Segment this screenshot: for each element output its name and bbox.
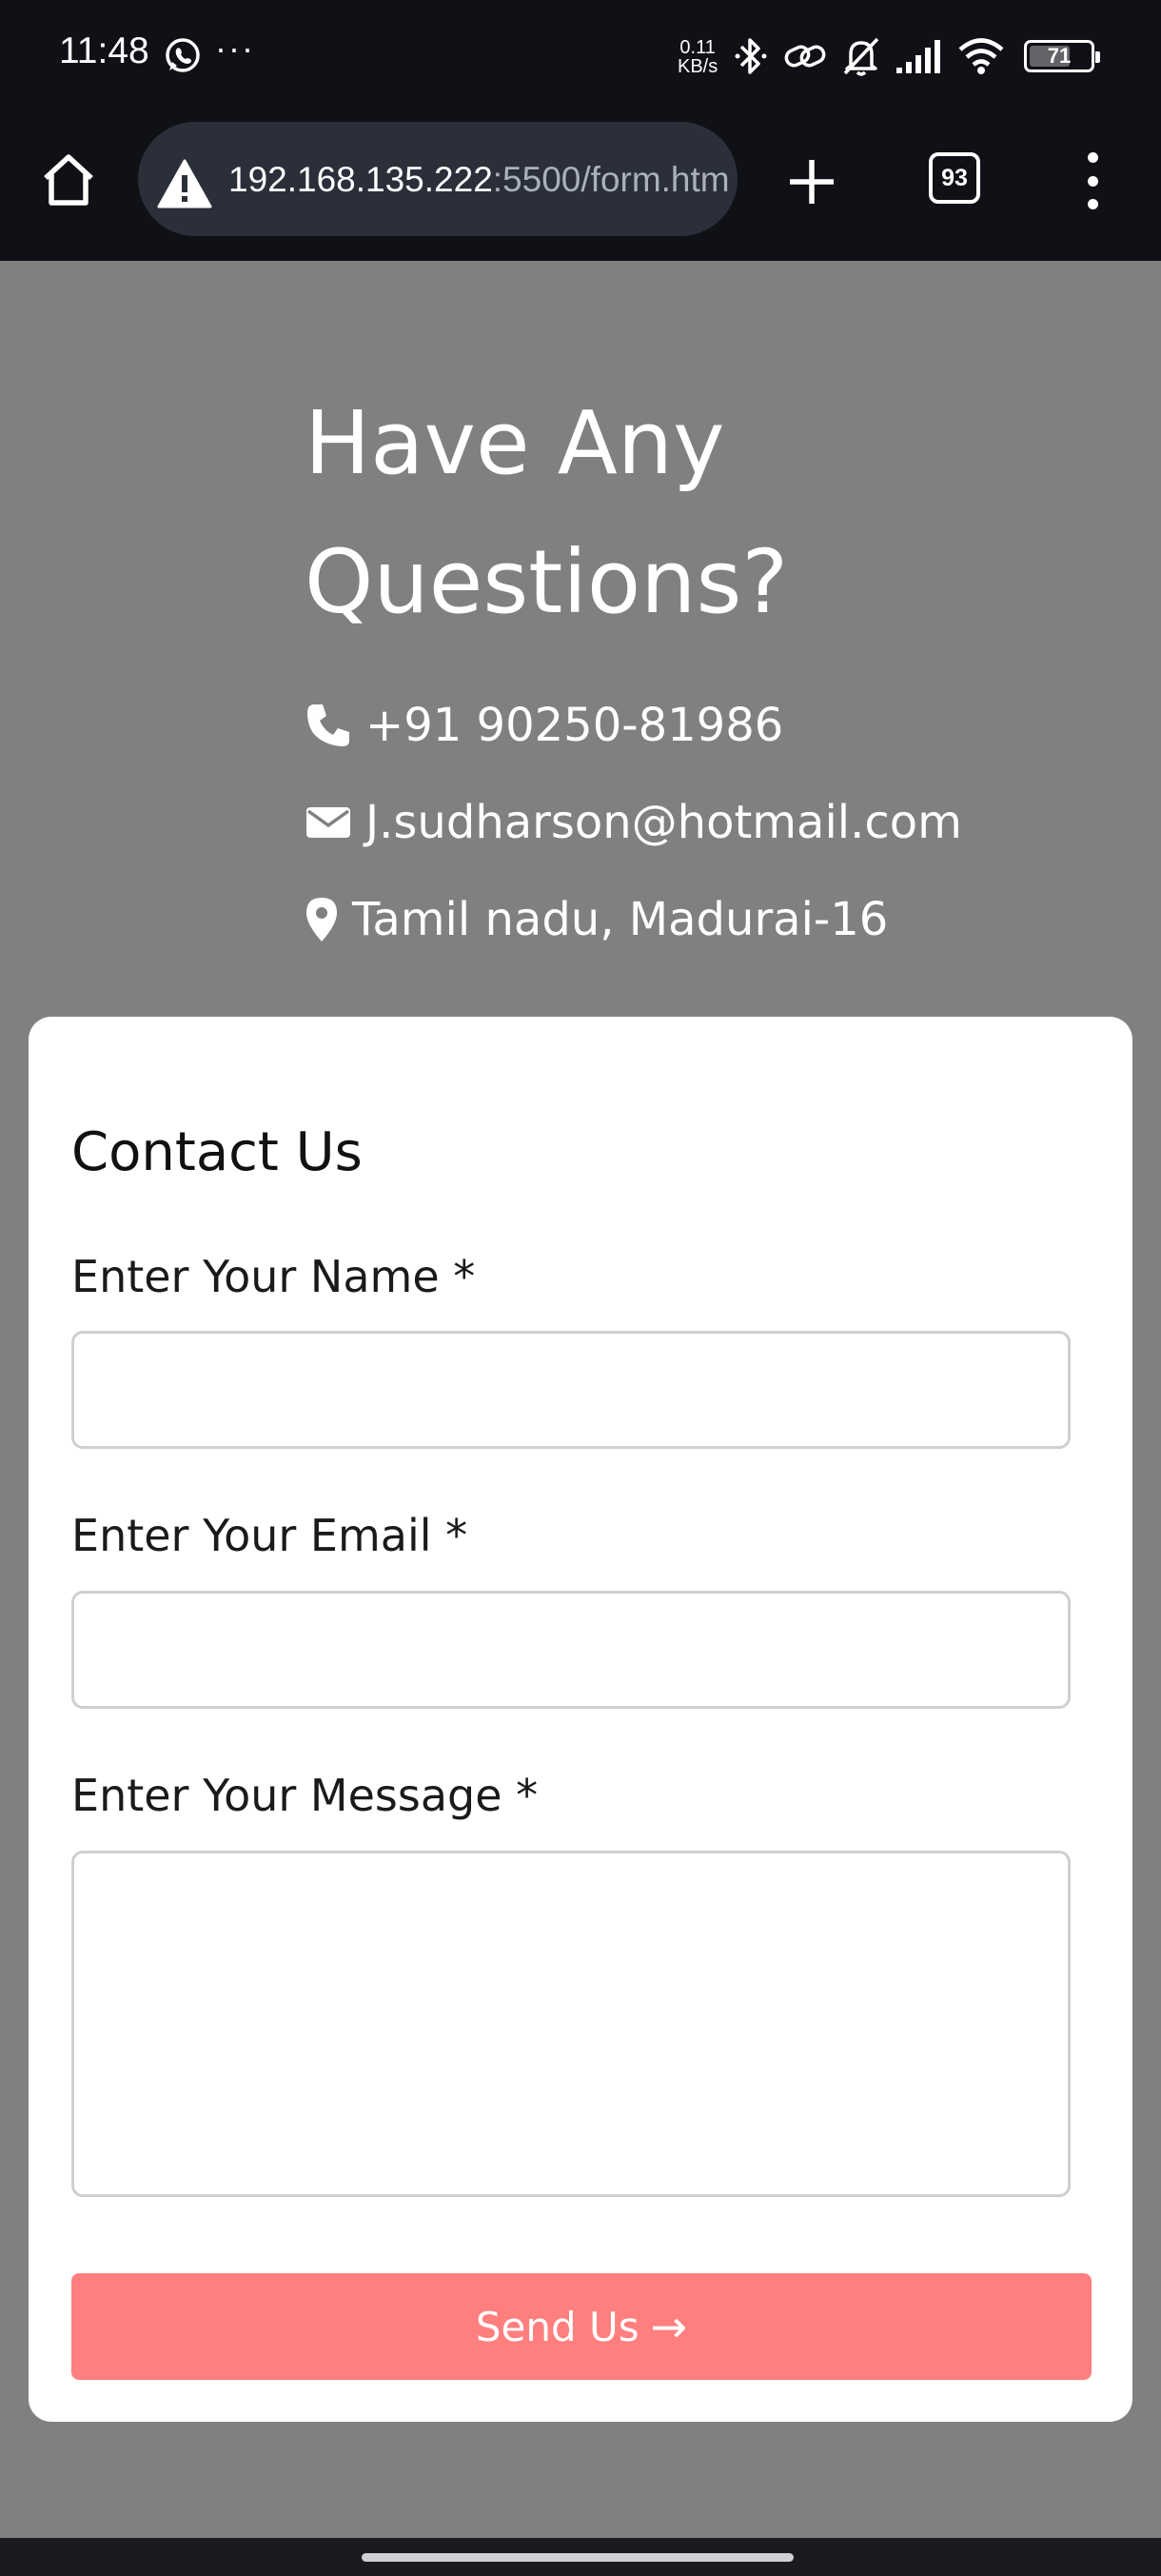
browser-toolbar: 192.168.135.222:5500/form.htm 93 <box>0 114 1161 261</box>
form-title: Contact Us <box>71 1121 363 1183</box>
contact-email: J.sudharson@hotmail.com <box>305 796 962 849</box>
hero-title-line-2: Questions? <box>305 531 789 633</box>
send-button[interactable]: Send Us → <box>71 2273 1092 2380</box>
envelope-icon <box>306 807 350 838</box>
network-speed-unit: KB/s <box>678 56 718 77</box>
hero-title: Have Any Questions? <box>305 374 1085 652</box>
network-speed-value: 0.11 <box>679 37 716 58</box>
battery-icon: 71 <box>1024 40 1100 72</box>
status-bar: 11:48 ··· 0.11 KB/s 71 <box>0 0 1161 114</box>
bell-off-icon <box>843 37 879 76</box>
more-vert-icon[interactable] <box>1075 152 1110 209</box>
url-host: 192.168.135.222 <box>228 160 493 199</box>
tabs-icon[interactable]: 93 <box>929 152 980 204</box>
plus-icon[interactable] <box>782 152 841 211</box>
contact-form-card: Contact Us Enter Your Name * Enter Your … <box>29 1017 1132 2422</box>
status-time: 11:48 <box>59 30 149 71</box>
battery-level: 71 <box>1047 44 1072 68</box>
name-input[interactable] <box>71 1331 1071 1449</box>
contact-location: Tamil nadu, Madurai-16 <box>305 893 888 946</box>
map-marker-icon <box>306 898 337 941</box>
link-icon <box>784 45 826 68</box>
email-label: Enter Your Email * <box>71 1510 468 1561</box>
whatsapp-icon <box>166 38 200 72</box>
email-input[interactable] <box>71 1591 1071 1709</box>
arrow-right-icon: → <box>650 2301 688 2352</box>
url-text[interactable]: 192.168.135.222:5500/form.htm <box>228 160 730 200</box>
contact-phone-text: +91 90250-81986 <box>365 699 784 752</box>
message-label: Enter Your Message * <box>71 1770 539 1821</box>
home-indicator[interactable] <box>362 2553 794 2562</box>
phone-icon <box>307 704 349 746</box>
contact-location-text: Tamil nadu, Madurai-16 <box>352 893 889 946</box>
url-path: :5500/form.htm <box>492 160 730 199</box>
bluetooth-icon <box>735 38 767 74</box>
address-bar[interactable]: 192.168.135.222:5500/form.htm <box>138 122 738 236</box>
send-button-label: Send Us <box>475 2303 640 2350</box>
more-notifications-indicator: ··· <box>215 29 255 68</box>
wifi-icon <box>958 38 1004 74</box>
signal-icon <box>896 40 940 73</box>
network-speed: 0.11 KB/s <box>678 38 718 76</box>
navigation-bar <box>0 2538 1161 2576</box>
home-icon[interactable] <box>38 149 99 210</box>
warning-icon[interactable] <box>157 159 212 208</box>
status-icons: 71 <box>733 34 1100 78</box>
name-label: Enter Your Name * <box>71 1251 476 1302</box>
contact-phone: +91 90250-81986 <box>305 699 783 752</box>
message-textarea[interactable] <box>71 1851 1071 2197</box>
contact-email-text: J.sudharson@hotmail.com <box>365 796 962 849</box>
hero-title-line-1: Have Any <box>305 392 725 494</box>
